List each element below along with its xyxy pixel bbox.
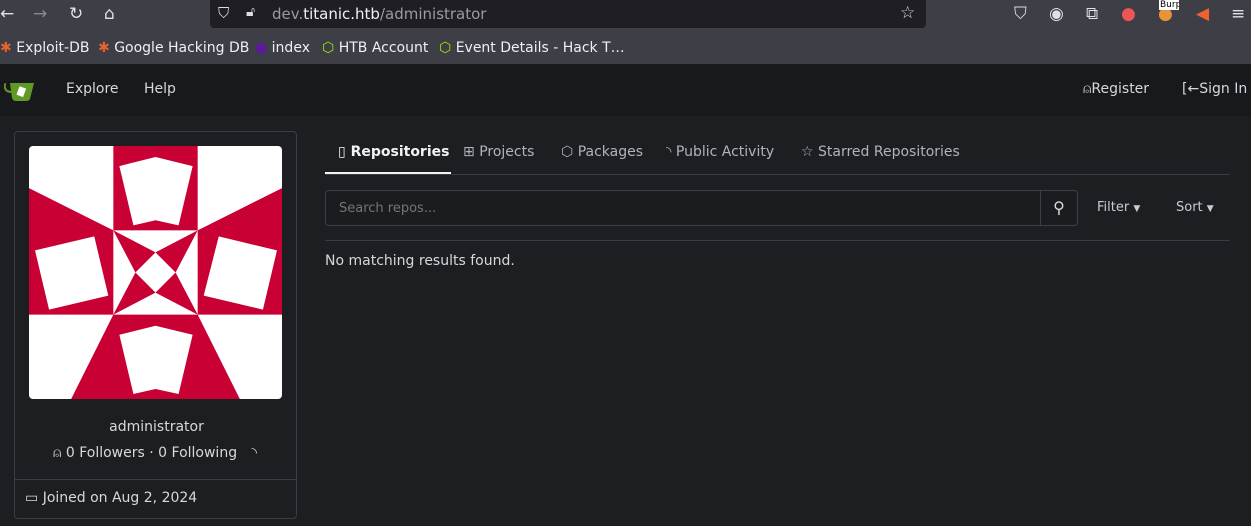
nav-help[interactable]: Help xyxy=(144,81,176,97)
tab-repositories[interactable]: ▯ Repositories xyxy=(338,144,449,160)
menu-icon[interactable]: ≡ xyxy=(1231,4,1245,24)
calendar-icon: ▭ xyxy=(25,490,43,506)
shield-icon[interactable]: ⛉ xyxy=(218,4,229,22)
browser-chrome: ← → ↻ ⌂ ⛉ 🔓︎ dev.titanic.htb/administrat… xyxy=(0,0,1251,64)
bug-icon: ✱ xyxy=(98,40,110,56)
tab-packages[interactable]: ⬡ Packages xyxy=(561,144,643,160)
bookmark-exploit-db[interactable]: ✱ Exploit-DB xyxy=(0,40,89,56)
htb-cube-icon: ⬡ xyxy=(322,40,335,56)
repo-icon: ▯ xyxy=(338,144,351,160)
rss-feed-icon[interactable]: ◝ xyxy=(252,445,257,461)
filter-dropdown[interactable]: Filter ▼ xyxy=(1097,200,1140,215)
tab-public-activity[interactable]: ◝ Public Activity xyxy=(666,144,774,160)
bookmark-event-details[interactable]: ⬡ Event Details - Hack T… xyxy=(439,40,625,56)
avatar xyxy=(29,146,282,399)
follow-stats: ⍝ 0 Followers · 0 Following ◝ xyxy=(53,445,257,461)
reload-icon[interactable]: ↻ xyxy=(69,4,83,24)
joined-date: ▭ Joined on Aug 2, 2024 xyxy=(25,490,198,506)
back-icon[interactable]: ← xyxy=(0,4,14,24)
search-button[interactable]: ⚲ xyxy=(1040,191,1077,225)
person-icon: ⍝ xyxy=(53,445,66,461)
bookmark-ghdb[interactable]: ✱ Google Hacking DB xyxy=(98,40,249,56)
forward-icon[interactable]: → xyxy=(33,4,47,24)
purple-orb-icon: ● xyxy=(255,40,268,56)
nav-explore[interactable]: Explore xyxy=(66,81,119,97)
tab-projects[interactable]: ⊞ Projects xyxy=(463,144,534,160)
search-input[interactable] xyxy=(326,191,1040,225)
sign-in-icon: [← xyxy=(1182,81,1200,97)
bug-icon: ✱ xyxy=(0,40,12,56)
bookmark-index[interactable]: ● index xyxy=(255,40,310,56)
htb-cube-icon: ⬡ xyxy=(439,40,452,56)
active-tab-underline xyxy=(325,172,451,174)
bookmark-htb-account[interactable]: ⬡ HTB Account xyxy=(322,40,428,56)
site-navbar: Explore Help ⍝Register [←Sign In xyxy=(0,64,1251,116)
nav-sign-in[interactable]: [←Sign In xyxy=(1182,81,1247,97)
results-divider xyxy=(325,240,1230,241)
search-icon: ⚲ xyxy=(1053,198,1065,217)
url-prefix: dev. xyxy=(272,5,304,23)
nav-register[interactable]: ⍝Register xyxy=(1083,81,1149,97)
url-bar[interactable]: ⛉ 🔓︎ dev.titanic.htb/administrator ☆ xyxy=(210,0,926,28)
pocket-icon[interactable]: ⛉ xyxy=(1014,4,1027,24)
burp-badge: Burp xyxy=(1159,0,1179,10)
url-path: /administrator xyxy=(379,5,487,23)
caret-down-icon: ▼ xyxy=(1206,204,1214,214)
account-icon[interactable]: ◉ xyxy=(1049,4,1064,24)
profile-card: administrator ⍝ 0 Followers · 0 Followin… xyxy=(14,131,297,519)
tab-starred-repositories[interactable]: ☆ Starred Repositories xyxy=(801,144,960,160)
star-icon: ☆ xyxy=(801,144,819,160)
profile-username: administrator xyxy=(109,419,204,435)
rss-icon: ◝ xyxy=(666,144,676,160)
project-icon: ⊞ xyxy=(463,144,480,160)
gitea-logo-icon[interactable] xyxy=(4,80,36,102)
insecure-lock-icon[interactable]: 🔓︎ xyxy=(246,4,255,20)
search-box: ⚲ xyxy=(325,190,1078,226)
followers-link[interactable]: 0 Followers xyxy=(66,445,145,461)
package-icon: ⬡ xyxy=(561,144,578,160)
extensions-icon[interactable]: ⧉ xyxy=(1086,4,1098,24)
url-domain: titanic.htb xyxy=(303,5,380,23)
caret-down-icon: ▼ xyxy=(1133,204,1141,214)
empty-results-message: No matching results found. xyxy=(325,253,515,269)
extension-hacker-icon[interactable]: ● xyxy=(1121,4,1136,24)
sort-dropdown[interactable]: Sort ▼ xyxy=(1176,200,1214,215)
megaphone-icon[interactable]: ◀ xyxy=(1196,4,1209,24)
divider xyxy=(15,479,296,480)
following-link[interactable]: 0 Following xyxy=(158,445,237,461)
tabs-divider xyxy=(325,174,1230,175)
home-icon[interactable]: ⌂ xyxy=(104,4,115,24)
bookmark-star-icon[interactable]: ☆ xyxy=(900,3,915,23)
